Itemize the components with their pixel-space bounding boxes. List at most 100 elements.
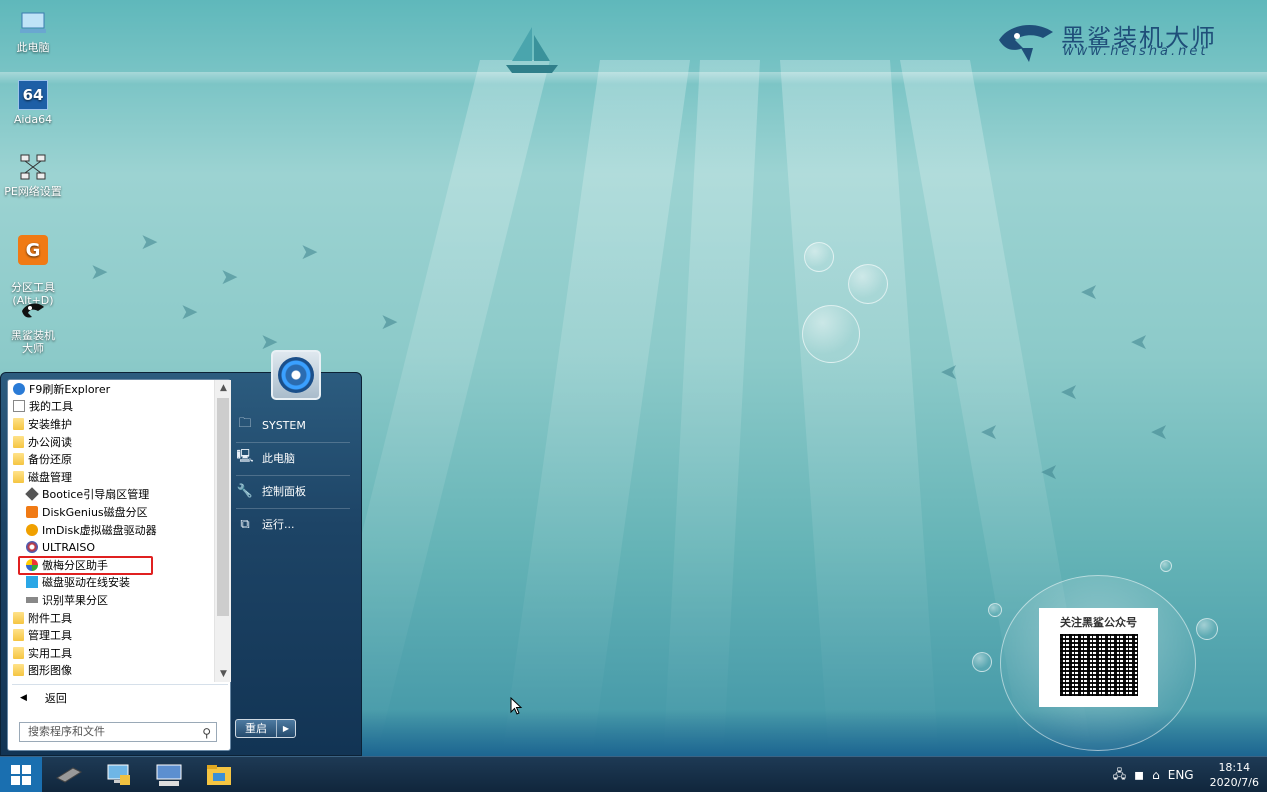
- keyboard-icon[interactable]: [154, 762, 184, 788]
- folder-icon: [13, 453, 24, 466]
- bubble: [804, 242, 834, 272]
- program-item[interactable]: 磁盘驱动在线安装: [8, 574, 214, 592]
- fish-icon: ➤: [980, 420, 999, 445]
- desktop-icon-label: PE网络设置: [4, 185, 62, 198]
- taskbar: 🖧 ◼ ⌂ ENG 18:14 2020/7/6: [0, 756, 1267, 792]
- color-flag-tray-icon[interactable]: ◼: [1134, 768, 1144, 782]
- clock-date: 2020/7/6: [1209, 776, 1259, 789]
- computer-network-icon[interactable]: [104, 762, 134, 788]
- user-folder-icon: 🗀: [238, 416, 252, 431]
- back-label: 返回: [44, 692, 67, 705]
- folder-icon: [13, 611, 24, 624]
- divider: [236, 442, 350, 443]
- file-explorer-icon[interactable]: [204, 762, 234, 788]
- scroll-up-icon[interactable]: ▲: [215, 380, 232, 396]
- program-item[interactable]: 备份还原: [8, 450, 214, 468]
- shark-logo-icon: [999, 25, 1053, 62]
- program-item[interactable]: 我的工具: [8, 398, 214, 416]
- folder-icon: [13, 435, 24, 448]
- search-input[interactable]: 搜索程序和文件 ⚲: [19, 722, 217, 742]
- brand-url: www.heisha.net: [1063, 44, 1209, 59]
- driver-icon: [26, 576, 38, 589]
- program-item[interactable]: 磁盘管理: [8, 468, 214, 486]
- computer-icon: 🖳: [236, 449, 254, 464]
- ultraiso-icon: [26, 541, 38, 554]
- program-item[interactable]: ImDisk虚拟磁盘驱动器: [8, 521, 214, 539]
- search-icon[interactable]: ⚲: [202, 724, 211, 742]
- desktop-icon-this-pc[interactable]: 此电脑: [2, 8, 64, 54]
- program-item-label: Bootice引导扇区管理: [42, 488, 150, 502]
- scrollbar-thumb[interactable]: [217, 398, 229, 616]
- program-item[interactable]: 管理工具: [8, 626, 214, 644]
- scroll-down-icon[interactable]: ▼: [215, 666, 232, 682]
- fish-icon: ➤: [1130, 330, 1149, 355]
- network-tray-icon[interactable]: 🖧: [1113, 765, 1126, 786]
- right-item-control-panel[interactable]: 🔧 控制面板: [236, 477, 352, 505]
- folder-icon: [13, 470, 24, 483]
- program-item[interactable]: DiskGenius磁盘分区: [8, 503, 214, 521]
- folder-icon: [13, 629, 24, 642]
- clock[interactable]: 18:14 2020/7/6: [1210, 760, 1259, 790]
- fish-icon: ➤: [90, 260, 109, 285]
- apple-partition-icon: [26, 596, 38, 603]
- computer-icon: [18, 8, 48, 38]
- program-item-label: 办公阅读: [28, 435, 72, 449]
- light-ray: [780, 60, 939, 756]
- bubble: [972, 652, 992, 672]
- program-item-label: 附件工具: [28, 611, 72, 625]
- input-language[interactable]: ENG: [1168, 768, 1194, 782]
- program-item-label: 我的工具: [29, 400, 73, 414]
- start-button[interactable]: [0, 757, 42, 792]
- fish-icon: ➤: [140, 230, 159, 255]
- right-item-label: 控制面板: [262, 485, 306, 498]
- right-item-run[interactable]: ⧉ 运行...: [236, 510, 352, 538]
- back-button[interactable]: ◀ 返回: [14, 688, 224, 708]
- divider: [236, 508, 350, 509]
- bubble: [988, 603, 1002, 617]
- right-item-label: 此电脑: [262, 452, 295, 465]
- imdisk-icon: [26, 523, 38, 536]
- clock-time: 18:14: [1218, 761, 1251, 774]
- disk-tool-icon[interactable]: [54, 762, 84, 788]
- program-item[interactable]: F9刷新Explorer: [8, 380, 214, 398]
- desktop-icon-pe-network[interactable]: PE网络设置: [2, 152, 64, 198]
- fish-icon: ➤: [180, 300, 199, 325]
- qr-code-image: [1059, 634, 1138, 696]
- bubble: [1196, 618, 1218, 640]
- divider: [236, 475, 350, 476]
- program-item-label: 识别苹果分区: [42, 593, 108, 607]
- program-item[interactable]: Bootice引导扇区管理: [8, 486, 214, 504]
- water-surface: [0, 72, 1267, 84]
- restart-button[interactable]: 重启 ▶: [235, 719, 296, 738]
- fish-icon: ➤: [300, 240, 319, 265]
- bootice-icon: [25, 487, 39, 502]
- fish-icon: ➤: [1150, 420, 1169, 445]
- desktop-icon-label: 此电脑: [16, 41, 50, 54]
- fish-icon: ➤: [220, 265, 239, 290]
- program-item[interactable]: 图形图像: [8, 662, 214, 680]
- program-item-label: 磁盘管理: [28, 470, 72, 484]
- user-picture[interactable]: [271, 350, 321, 400]
- program-list-scrollbar[interactable]: ▲ ▼: [214, 380, 231, 682]
- folder-icon: [13, 664, 24, 677]
- sailboat-icon: [506, 27, 558, 73]
- program-item[interactable]: 实用工具: [8, 644, 214, 662]
- desktop-icon-aida64[interactable]: 64 Aida64: [2, 80, 64, 126]
- right-item-system[interactable]: 🗀 SYSTEM: [236, 411, 352, 439]
- desktop-icon-heisha[interactable]: 黑鲨装机大师: [2, 296, 64, 355]
- fish-icon: ➤: [1060, 380, 1079, 405]
- program-item[interactable]: 附件工具: [8, 609, 214, 627]
- program-item[interactable]: 办公阅读: [8, 433, 214, 451]
- usb-tray-icon[interactable]: ⌂: [1152, 768, 1160, 782]
- program-item[interactable]: 安装维护: [8, 415, 214, 433]
- program-item-label: 图形图像: [28, 664, 72, 678]
- program-item-label: F9刷新Explorer: [29, 382, 111, 396]
- network-icon: [18, 152, 48, 182]
- program-item[interactable]: ULTRAISO: [8, 538, 214, 556]
- restart-options-arrow-icon[interactable]: ▶: [277, 720, 295, 737]
- light-ray: [501, 60, 690, 756]
- right-item-this-pc[interactable]: 🖳 此电脑: [236, 444, 352, 472]
- program-list: F9刷新Explorer 我的工具 安装维护办公阅读 备份还原磁盘管理 Bootice引…: [8, 380, 214, 682]
- program-item[interactable]: 识别苹果分区: [8, 591, 214, 609]
- highlight-box: [18, 556, 153, 575]
